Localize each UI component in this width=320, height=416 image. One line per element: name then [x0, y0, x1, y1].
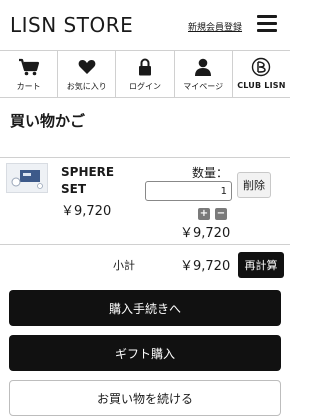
- subtotal-value: ￥9,720: [180, 259, 231, 274]
- product-name-line1: SPHERE: [61, 165, 115, 179]
- page-title: 買い物かご: [10, 112, 86, 130]
- recalculate-button[interactable]: 再計算: [238, 252, 284, 278]
- quantity-label: 数量：: [192, 166, 229, 180]
- nav-login-label: ログイン: [129, 82, 161, 91]
- user-icon: [194, 57, 212, 77]
- line-total: ￥9,720: [180, 226, 231, 241]
- nav-cart-label: カート: [16, 82, 41, 91]
- quantity-input[interactable]: [145, 181, 232, 201]
- register-link[interactable]: 新規会員登録: [188, 20, 242, 33]
- club-lisn-icon: [251, 57, 271, 77]
- icon-navbar: カート お気に入り ログイン マイページ CLUB LISN: [0, 50, 290, 98]
- store-logo[interactable]: LISN STORE: [10, 13, 133, 37]
- continue-shopping-button[interactable]: お買い物を続ける: [9, 380, 281, 416]
- heart-icon: [78, 57, 96, 77]
- nav-favorites-label: お気に入り: [66, 82, 107, 91]
- subtotal-label: 小計: [113, 259, 135, 272]
- delete-button[interactable]: 削除: [237, 172, 271, 198]
- nav-cart[interactable]: カート: [0, 51, 59, 97]
- cart-icon: [18, 57, 40, 77]
- nav-mypage-label: マイページ: [183, 82, 224, 91]
- divider: [0, 244, 290, 245]
- nav-favorites[interactable]: お気に入り: [58, 51, 117, 97]
- nav-club-lisn-label: CLUB LISN: [237, 81, 286, 90]
- nav-club-lisn[interactable]: CLUB LISN: [233, 51, 290, 97]
- nav-mypage[interactable]: マイページ: [175, 51, 233, 97]
- product-name[interactable]: SPHERE SET: [61, 164, 114, 198]
- lock-icon: [138, 57, 152, 77]
- product-price: ￥9,720: [61, 204, 112, 219]
- product-thumbnail[interactable]: [6, 163, 48, 193]
- site-header: LISN STORE 新規会員登録: [0, 0, 290, 50]
- hamburger-menu-icon[interactable]: [257, 15, 277, 32]
- nav-login[interactable]: ログイン: [116, 51, 175, 97]
- product-name-line2: SET: [61, 182, 87, 196]
- quantity-increase-button[interactable]: +: [198, 208, 210, 220]
- gift-purchase-button[interactable]: ギフト購入: [9, 335, 281, 371]
- quantity-decrease-button[interactable]: −: [215, 208, 227, 220]
- checkout-button[interactable]: 購入手続きへ: [9, 290, 281, 326]
- divider: [0, 157, 290, 158]
